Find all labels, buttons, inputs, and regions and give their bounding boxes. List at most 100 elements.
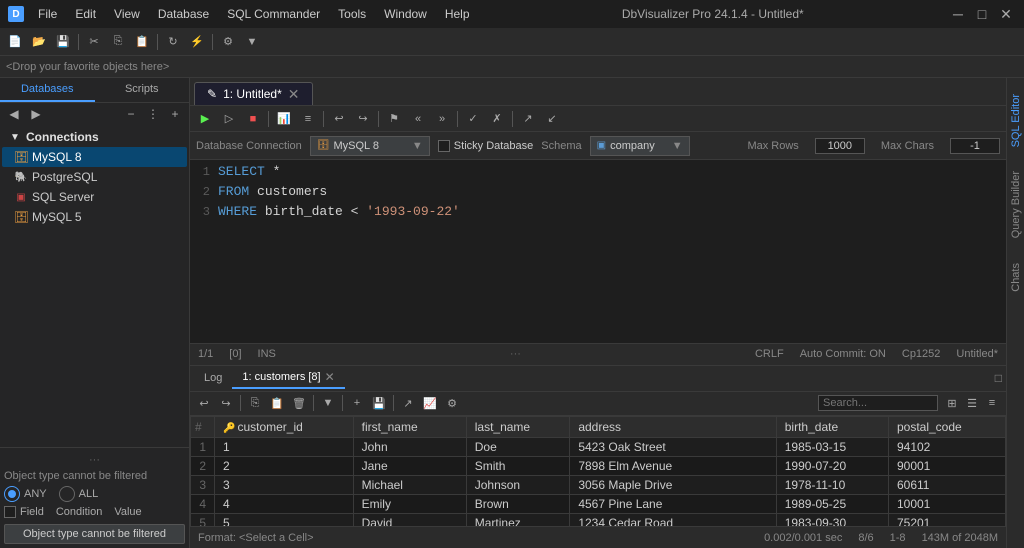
menu-sql-commander[interactable]: SQL Commander [219,5,328,23]
results-paste-button[interactable]: 📋 [267,394,287,412]
redo-button[interactable]: ↪ [352,109,374,129]
sidebar-item-mysql5[interactable]: 🗄 MySQL 5 [2,207,187,227]
content-area: ✎ 1: Untitled* ✕ ▶ ▷ ■ 📊 ≡ ↩ ↪ ⚑ « » ✓ ✗… [190,78,1006,548]
data-tab[interactable]: 1: customers [8] ✕ [232,367,344,389]
sticky-db-checkbox[interactable] [438,140,450,152]
table-row[interactable]: 2 2 Jane Smith 7898 Elm Avenue 1990-07-2… [191,456,1006,475]
open-button[interactable]: 📂 [28,32,50,52]
doc-tab-untitled[interactable]: ✎ 1: Untitled* ✕ [194,82,313,105]
sql-status-bar: 1/1 [0] INS ··· CRLF Auto Commit: ON Cp1… [190,343,1006,365]
stop-button[interactable]: ■ [242,109,264,129]
side-tab-sql-editor[interactable]: SQL Editor [1008,86,1024,155]
schema-select[interactable]: ▣ company ▼ [590,136,690,156]
results-form-view-button[interactable]: ≡ [982,394,1002,412]
rollback-button[interactable]: ✗ [486,109,508,129]
log-tab[interactable]: Log [194,369,232,387]
table-row[interactable]: 1 1 John Doe 5423 Oak Street 1985-03-15 … [191,437,1006,456]
db-connection-select[interactable]: 🗄 MySQL 8 ▼ [310,136,430,156]
col-header-birth-date[interactable]: birth_date [776,416,888,437]
sql-resize-handle[interactable]: ··· [292,348,739,360]
menu-tools[interactable]: Tools [330,5,374,23]
close-button[interactable]: ✕ [996,4,1016,24]
col-header-first-name[interactable]: first_name [353,416,466,437]
explain-button[interactable]: 📊 [273,109,295,129]
connect-button[interactable]: ⚡ [186,32,208,52]
sidebar-item-postgresql[interactable]: 🐘 PostgreSQL [2,167,187,187]
format-button[interactable]: ≡ [297,109,319,129]
settings-button[interactable]: ⚙ [217,32,239,52]
maximize-button[interactable]: □ [972,4,992,24]
minimize-button[interactable]: ─ [948,4,968,24]
col-header-address[interactable]: address [570,416,776,437]
add-button[interactable]: + [165,105,185,123]
table-row[interactable]: 4 4 Emily Brown 4567 Pine Lane 1989-05-2… [191,494,1006,513]
radio-any[interactable] [4,486,20,502]
menu-database[interactable]: Database [150,5,217,23]
tab-databases[interactable]: Databases [0,78,95,102]
max-chars-input[interactable] [950,138,1000,154]
commit-button[interactable]: ✓ [462,109,484,129]
refresh-button[interactable]: ↻ [162,32,184,52]
prev-bookmark-button[interactable]: « [407,109,429,129]
results-memory: 143M of 2048M [922,532,998,544]
cut-button[interactable]: ✂ [83,32,105,52]
run-current-button[interactable]: ▷ [218,109,240,129]
results-delete-button[interactable]: 🗑 [289,394,309,412]
results-export-button[interactable]: ↗ [398,394,418,412]
copy-button[interactable]: ⎘ [107,32,129,52]
results-list-view-button[interactable]: ☰ [962,394,982,412]
filter-button[interactable]: ▼ [241,32,263,52]
results-search-input[interactable] [818,395,938,411]
col-header-last-name[interactable]: last_name [466,416,570,437]
nav-back-button[interactable]: ◀ [4,105,24,123]
menu-file[interactable]: File [30,5,65,23]
results-copy-button[interactable]: ⎘ [245,394,265,412]
results-undo-button[interactable]: ↩ [194,394,214,412]
menu-view[interactable]: View [106,5,148,23]
import-button[interactable]: ↙ [541,109,563,129]
results-status-bar: Format: <Select a Cell> 0.002/0.001 sec … [190,526,1006,548]
table-row[interactable]: 3 3 Michael Johnson 3056 Maple Drive 197… [191,475,1006,494]
results-save-button[interactable]: 💾 [369,394,389,412]
export-button[interactable]: ↗ [517,109,539,129]
cell-postal-code: 10001 [888,494,1005,513]
results-tb-sep-2 [313,395,314,411]
nav-forward-button[interactable]: ▶ [26,105,46,123]
filter-sidebar-button[interactable]: ⋮ [143,105,163,123]
menu-edit[interactable]: Edit [67,5,104,23]
results-add-row-button[interactable]: + [347,394,367,412]
tab-scripts[interactable]: Scripts [95,78,190,102]
data-tab-close[interactable]: ✕ [325,370,335,384]
new-button[interactable]: 📄 [4,32,26,52]
col-header-customer-id[interactable]: 🔑customer_id [215,416,354,437]
side-tab-chats[interactable]: Chats [1008,255,1024,300]
results-redo-button[interactable]: ↪ [216,394,236,412]
results-filter-button[interactable]: ▼ [318,394,338,412]
results-settings-button[interactable]: ⚙ [442,394,462,412]
data-table-wrap[interactable]: # 🔑customer_id first_name last_name addr… [190,416,1006,527]
undo-button[interactable]: ↩ [328,109,350,129]
sidebar-item-mysql8[interactable]: 🗄 MySQL 8 [2,147,187,167]
table-row[interactable]: 5 5 David Martinez 1234 Cedar Road 1983-… [191,513,1006,526]
results-grid-view-button[interactable]: ⊞ [942,394,962,412]
field-checkbox[interactable] [4,506,16,518]
side-tab-query-builder[interactable]: Query Builder [1008,163,1024,246]
bookmark-button[interactable]: ⚑ [383,109,405,129]
menu-window[interactable]: Window [376,5,435,23]
filter-apply-button[interactable]: Object type cannot be filtered [4,524,185,544]
col-header-postal-code[interactable]: postal_code [888,416,1005,437]
results-maximize-button[interactable]: □ [995,371,1002,385]
next-bookmark-button[interactable]: » [431,109,453,129]
paste-button[interactable]: 📋 [131,32,153,52]
save-button[interactable]: 💾 [52,32,74,52]
tab-close-button[interactable]: ✕ [288,87,300,101]
sql-editor[interactable]: 1 SELECT * 2 FROM customers 3 WHERE birt… [190,160,1006,343]
collapse-button[interactable]: − [121,105,141,123]
sql-mode: INS [258,348,276,360]
run-button[interactable]: ▶ [194,109,216,129]
results-chart-button[interactable]: 📈 [420,394,440,412]
radio-all[interactable] [59,486,75,502]
sidebar-item-sqlserver[interactable]: ▣ SQL Server [2,187,187,207]
max-rows-input[interactable] [815,138,865,154]
menu-help[interactable]: Help [437,5,478,23]
